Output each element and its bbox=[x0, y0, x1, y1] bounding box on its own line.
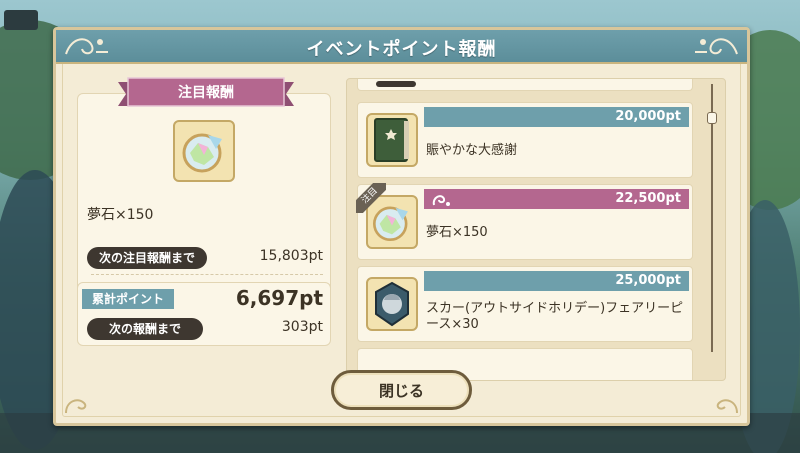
menu-icon bbox=[4, 10, 38, 30]
dialog-title-bar: イベントポイント報酬 bbox=[56, 30, 747, 64]
reward-list[interactable]: 20,000pt 賑やかな大感謝 22,500pt 注目 夢石×150 25,0… bbox=[346, 78, 726, 381]
reward-name: 夢石×150 bbox=[426, 225, 488, 240]
corner-ornament-icon bbox=[65, 399, 87, 414]
cumulative-points-value: 6,697pt bbox=[235, 286, 323, 310]
featured-item-slot[interactable] bbox=[173, 120, 235, 182]
next-featured-value: 15,803pt bbox=[259, 248, 323, 264]
scroll-thumb[interactable] bbox=[707, 112, 717, 124]
reward-name: 賑やかな大感謝 bbox=[426, 143, 518, 158]
scrollbar[interactable] bbox=[707, 84, 717, 352]
scroll-track bbox=[711, 84, 713, 352]
reward-points-bar: 22,500pt bbox=[424, 189, 689, 209]
next-reward-row: 次の報酬まで 303pt bbox=[87, 318, 323, 340]
featured-item-name: 夢石×150 bbox=[87, 207, 154, 223]
flourish-ornament-icon bbox=[695, 38, 738, 55]
reward-name: スカー(アウトサイドホリデー)フェアリーピース×30 bbox=[426, 301, 684, 332]
reward-thumb[interactable] bbox=[366, 113, 418, 167]
next-featured-label: 次の注目報酬まで bbox=[87, 247, 208, 269]
close-button[interactable]: 閉じる bbox=[331, 370, 472, 410]
book-icon bbox=[374, 118, 409, 162]
divider bbox=[91, 274, 323, 275]
featured-badge: 注目 bbox=[356, 183, 386, 213]
reward-row[interactable]: 25,000pt スカー(アウトサイドホリデー)フェアリーピース×30 bbox=[357, 266, 693, 342]
cumulative-points-label: 累計ポイント bbox=[82, 289, 175, 309]
close-button-label: 閉じる bbox=[378, 382, 424, 400]
reward-thumb[interactable] bbox=[366, 277, 418, 331]
reward-row[interactable]: 22,500pt 注目 夢石×150 bbox=[356, 183, 693, 260]
fairy-piece-icon bbox=[375, 281, 409, 327]
next-reward-value: 303pt bbox=[281, 319, 323, 335]
swirl-icon bbox=[432, 195, 450, 206]
dream-stone-icon bbox=[182, 133, 222, 173]
corner-ornament-icon bbox=[716, 399, 738, 414]
reward-points-bar: 20,000pt bbox=[424, 107, 689, 127]
reward-row[interactable]: 20,000pt 賑やかな大感謝 bbox=[357, 102, 693, 178]
next-featured-row: 次の注目報酬まで 15,803pt bbox=[87, 247, 323, 275]
featured-badge-label: 注目 bbox=[356, 183, 386, 213]
next-reward-label: 次の報酬まで bbox=[87, 318, 204, 340]
dialog-title: イベントポイント報酬 bbox=[306, 39, 497, 60]
item-thumb-edge bbox=[376, 81, 416, 87]
featured-ribbon-label: 注目報酬 bbox=[178, 85, 234, 101]
reward-points-bar: 25,000pt bbox=[424, 271, 689, 291]
list-item bbox=[357, 79, 693, 91]
